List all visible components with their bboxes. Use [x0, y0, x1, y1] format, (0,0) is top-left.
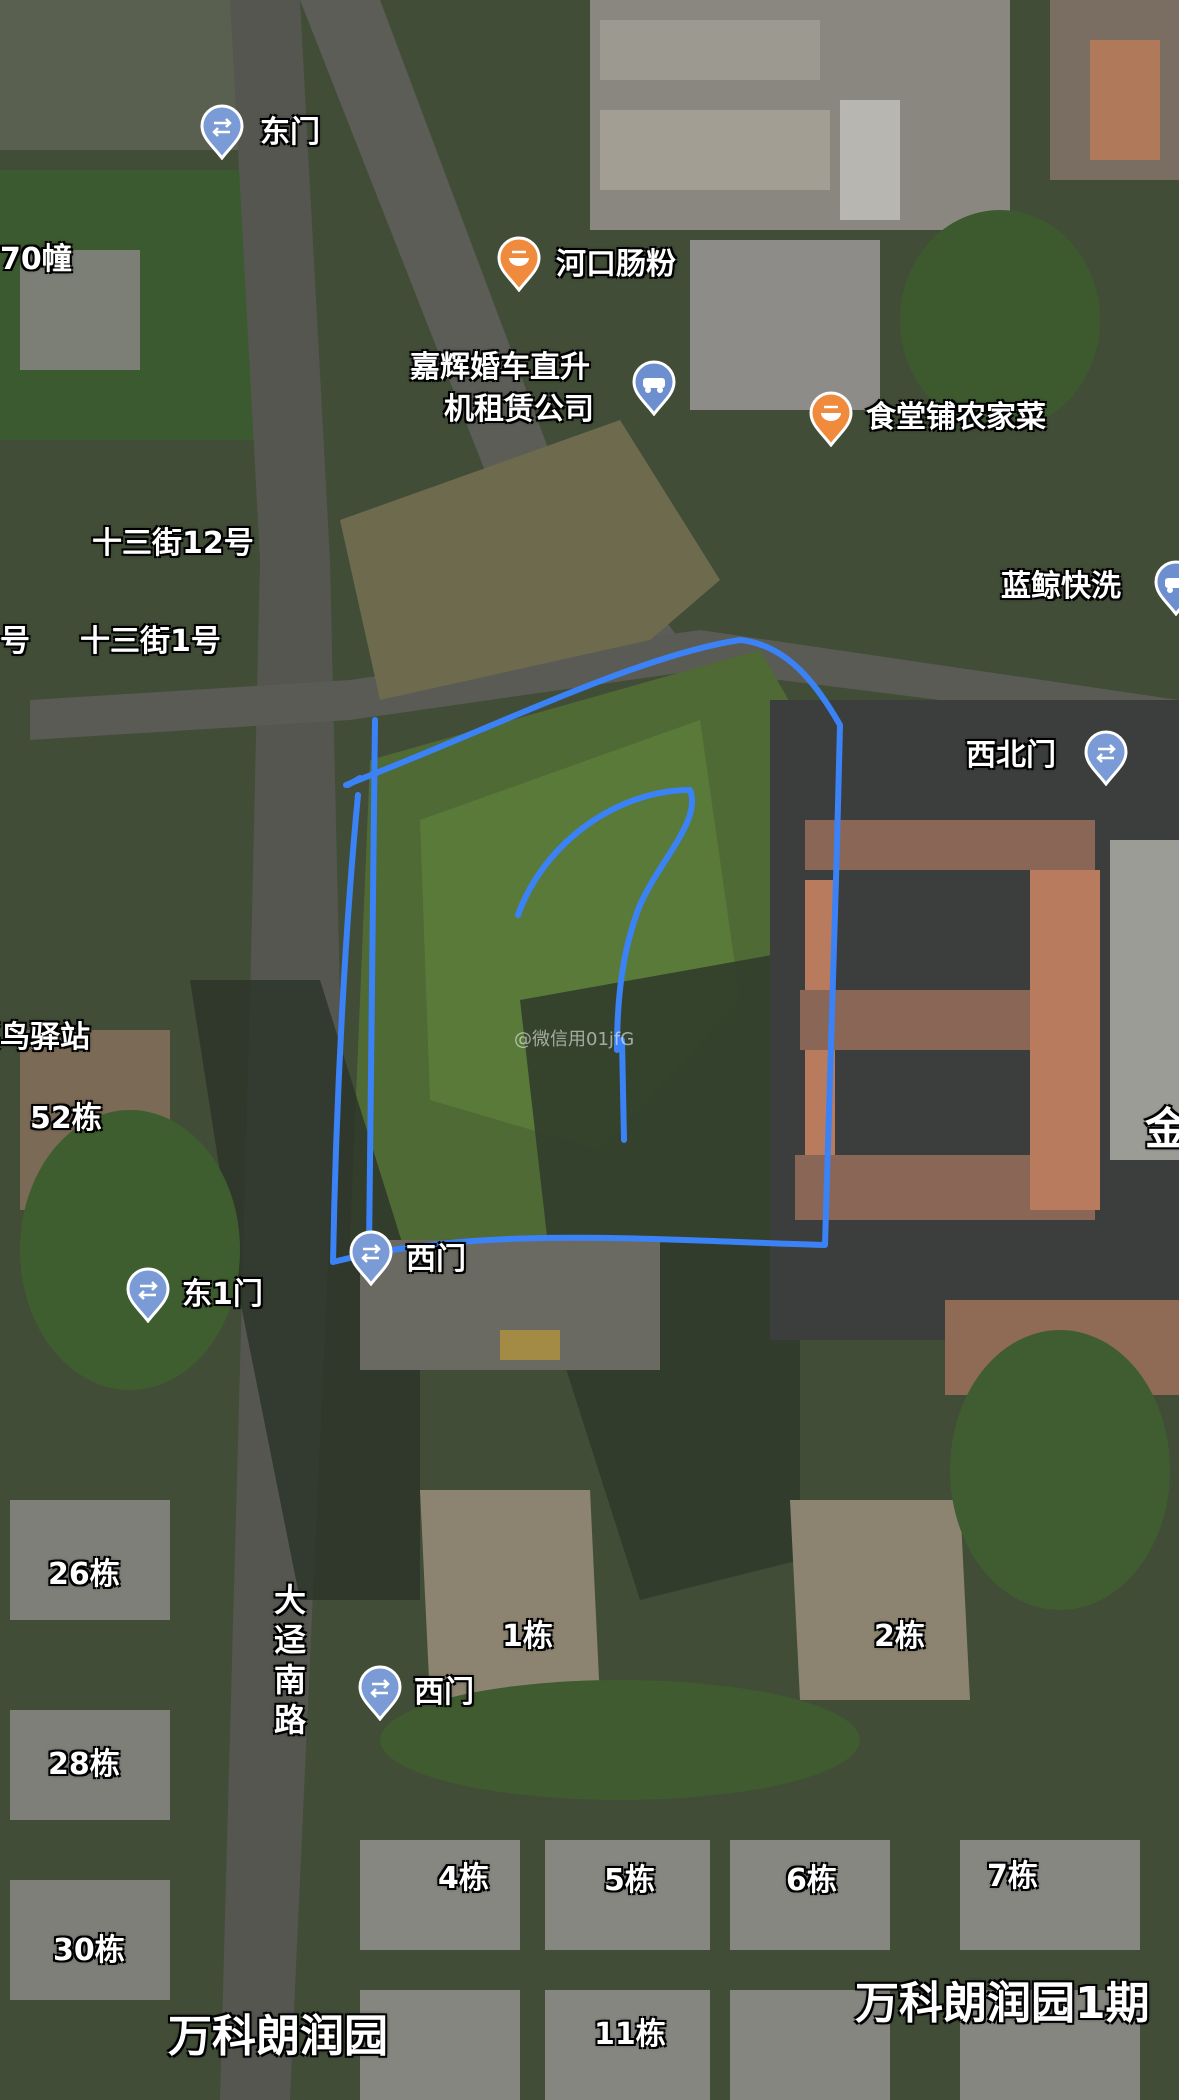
building-label-26: 26栋	[48, 1557, 120, 1592]
building-label-4: 4栋	[438, 1861, 489, 1896]
building-label-52: 52栋	[30, 1101, 102, 1136]
road-label-dajing-south: 大迳南路	[273, 1581, 306, 1739]
car-pin-icon[interactable]	[631, 360, 677, 416]
poi-label-east-gate[interactable]: 东门	[260, 118, 320, 148]
building-label-28: 28栋	[48, 1747, 120, 1782]
poi-label-hekou-rice-roll[interactable]: 河口肠粉	[556, 250, 676, 280]
complex-label-partial: 金	[1145, 1104, 1179, 1155]
poi-label-shitang[interactable]: 食堂铺农家菜	[866, 403, 1046, 433]
building-label-1: 1栋	[502, 1619, 553, 1654]
poi-label-northwest-gate[interactable]: 西北门	[966, 741, 1056, 771]
satellite-map[interactable]: @微信用01jfG 东门 70幢 河口肠粉 嘉辉婚车直升 机租赁公司 食堂铺农家…	[0, 0, 1179, 2100]
poi-label-east-gate-1[interactable]: 东1门	[182, 1280, 263, 1310]
building-label-70: 70幢	[0, 242, 72, 277]
poi-label-lanjing-wash[interactable]: 蓝鲸快洗	[1001, 572, 1121, 602]
building-label-5: 5栋	[604, 1863, 655, 1898]
gate-pin-icon[interactable]	[199, 104, 245, 160]
building-label-7: 7栋	[987, 1859, 1038, 1894]
address-label-12: 十三街12号	[92, 526, 254, 561]
gate-pin-icon[interactable]	[1083, 730, 1129, 786]
poi-label-west-gate[interactable]: 西门	[406, 1245, 466, 1275]
restaurant-pin-icon[interactable]	[496, 236, 542, 292]
poi-label-cainiao-station[interactable]: 菜鸟驿站	[0, 1023, 90, 1053]
restaurant-pin-icon[interactable]	[808, 391, 854, 447]
building-label-11: 11栋	[594, 2017, 666, 2052]
gate-pin-icon[interactable]	[348, 1230, 394, 1286]
building-label-30: 30栋	[53, 1933, 125, 1968]
community-label-vanke-right: 万科朗润园1期	[855, 1978, 1150, 2029]
gate-pin-icon[interactable]	[357, 1665, 403, 1721]
gate-pin-icon[interactable]	[125, 1267, 171, 1323]
address-label-left: 号	[0, 624, 30, 659]
community-label-vanke-left: 万科朗润园	[168, 2011, 388, 2062]
poi-label-jiahui-line2[interactable]: 机租赁公司	[444, 395, 594, 425]
building-label-2: 2栋	[874, 1619, 925, 1654]
poi-label-jiahui-line1[interactable]: 嘉辉婚车直升	[410, 353, 590, 383]
building-label-6: 6栋	[786, 1863, 837, 1898]
address-label-1: 十三街1号	[80, 624, 221, 659]
car-pin-icon[interactable]	[1153, 560, 1179, 616]
watermark: @微信用01jfG	[514, 1029, 635, 1050]
poi-label-west-gate-lower[interactable]: 西门	[414, 1678, 474, 1708]
